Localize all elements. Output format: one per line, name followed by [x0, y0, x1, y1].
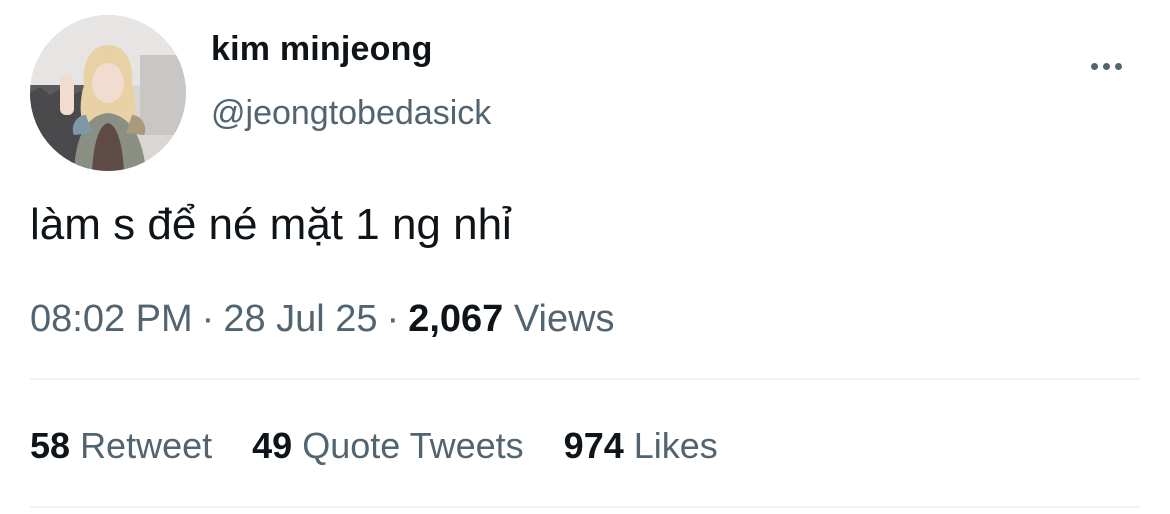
display-name[interactable]: kim minjeong [211, 29, 433, 69]
likes-count: 974 [563, 425, 624, 466]
more-horizontal-icon-dot [1114, 62, 1122, 70]
quotes-label: Quote Tweets [302, 425, 524, 466]
tweet-date[interactable]: 28 Jul 25 [223, 298, 377, 340]
more-horizontal-icon-dot [1102, 62, 1110, 70]
meta-separator: · [386, 298, 400, 340]
quotes-stat[interactable]: 49 Quote Tweets [252, 423, 524, 469]
divider [30, 378, 1140, 380]
avatar[interactable] [30, 15, 186, 171]
divider [30, 506, 1140, 508]
tweet-text: làm s để né mặt 1 ng nhỉ [30, 200, 512, 249]
likes-label: Likes [633, 425, 718, 466]
tweet-meta: 08:02 PM · 28 Jul 25 · 2,067 Views [30, 296, 615, 342]
retweets-label: Retweet [80, 425, 213, 466]
quotes-count: 49 [252, 425, 293, 466]
more-options-button[interactable] [1082, 50, 1130, 82]
engagement-stats: 58 Retweet 49 Quote Tweets 974 Likes [30, 423, 758, 469]
more-horizontal-icon [1090, 62, 1098, 70]
meta-separator: · [201, 298, 215, 340]
retweets-stat[interactable]: 58 Retweet [30, 423, 212, 469]
profile-photo-icon [30, 15, 186, 171]
tweet-time[interactable]: 08:02 PM [30, 298, 193, 340]
user-handle[interactable]: @jeongtobedasick [211, 93, 491, 133]
views-label: Views [513, 298, 615, 340]
views-count: 2,067 [408, 298, 504, 340]
retweets-count: 58 [30, 425, 71, 466]
tweet-detail: kim minjeong @jeongtobedasick làm s để n… [0, 0, 1170, 514]
likes-stat[interactable]: 974 Likes [564, 423, 718, 469]
